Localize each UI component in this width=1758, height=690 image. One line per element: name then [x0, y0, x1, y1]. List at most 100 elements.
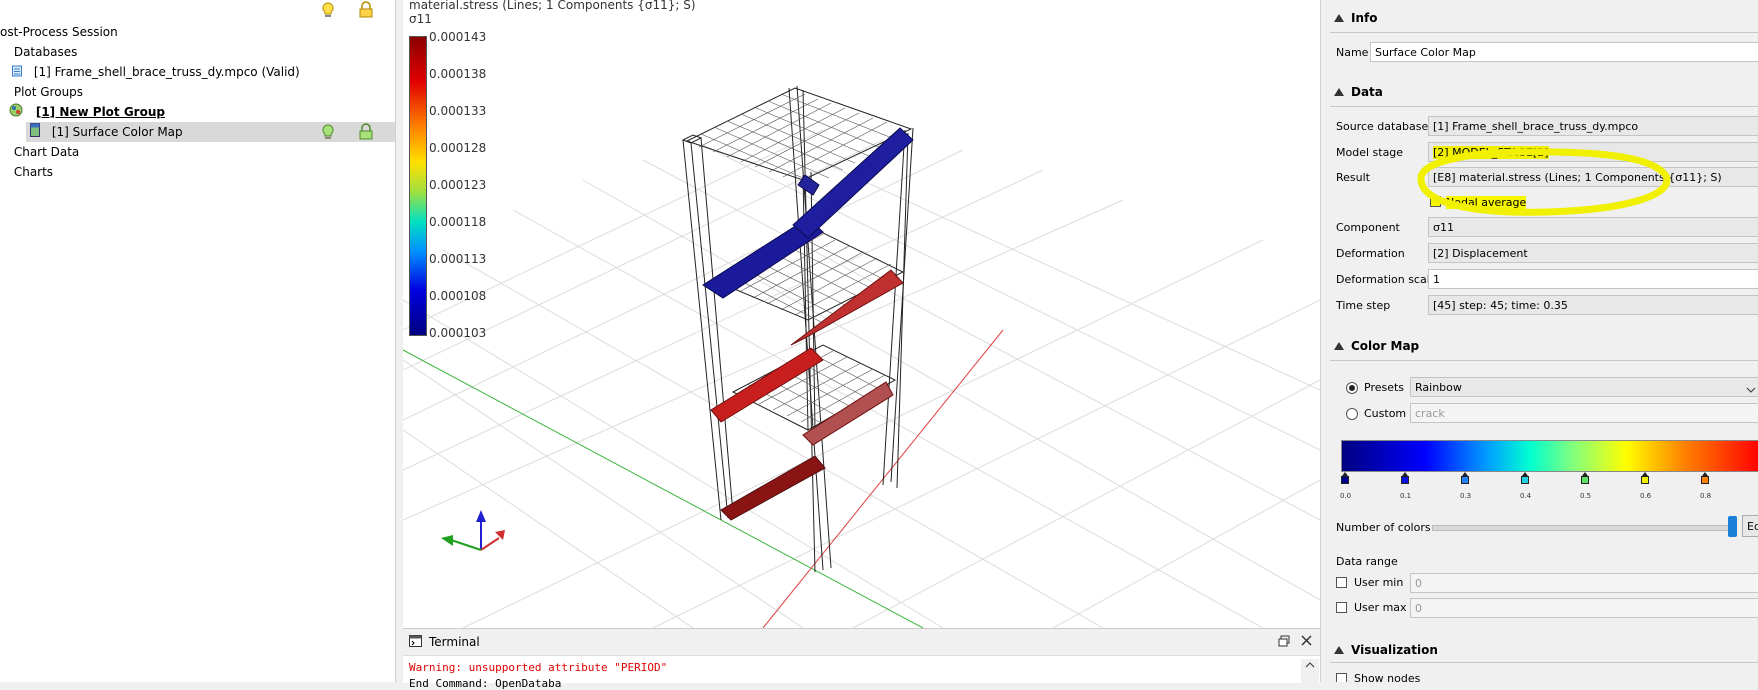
item-visibility-bulb-icon[interactable] [320, 123, 336, 144]
custom-radio[interactable] [1346, 408, 1358, 420]
properties-panel: Info Name Surface Color Map Data Source … [1326, 0, 1758, 682]
tree-session[interactable]: ost-Process Session [0, 22, 118, 42]
colorbar-label: 0.000128 [429, 141, 487, 155]
highlight-annotation [1417, 148, 1671, 216]
tree-databases[interactable]: Databases [0, 42, 78, 62]
custom-label: Custom [1364, 407, 1407, 420]
color-stop-marker[interactable] [1461, 472, 1469, 484]
colorbar-label: 0.000113 [429, 252, 487, 266]
axes-triad-icon [441, 510, 505, 551]
visibility-bulb-icon[interactable] [320, 1, 336, 22]
show-nodes-label: Show nodes [1354, 672, 1421, 682]
chevron-down-icon [1746, 383, 1756, 397]
tree-session-label: ost-Process Session [0, 25, 118, 39]
tree-chart-data-label: Chart Data [13, 145, 80, 159]
tree-chart-data[interactable]: Chart Data [0, 142, 79, 162]
tree-plot-item-label: [1] Surface Color Map [51, 125, 183, 139]
color-stop-marker[interactable] [1521, 472, 1529, 484]
color-stop-marker[interactable] [1701, 472, 1709, 484]
deformation-label: Deformation [1336, 247, 1405, 260]
colorbar-label: 0.000108 [429, 289, 487, 303]
deformation-combo[interactable]: [2] Displacement [1428, 243, 1758, 263]
time-step-combo[interactable]: [45] step: 45; time: 0.35 [1428, 295, 1758, 315]
tree-plot-group-item-label: [1] New Plot Group [35, 105, 165, 119]
color-stop-marker[interactable] [1641, 472, 1649, 484]
user-min-checkbox[interactable] [1336, 577, 1347, 588]
collapse-triangle-icon [1334, 646, 1344, 654]
session-tree: ost-Process Session Databases [1] Frame_… [0, 0, 395, 682]
brace-red-2 [710, 347, 824, 423]
color-map-gradient[interactable] [1341, 440, 1758, 472]
result-component: σ11 [409, 12, 432, 26]
collapse-triangle-icon [1334, 342, 1344, 350]
ground-grid [403, 129, 1320, 628]
tree-plot-group-item[interactable]: [1] New Plot Group [0, 102, 165, 122]
tree-plot-groups-label: Plot Groups [13, 85, 84, 99]
colorbar-label: 0.000143 [429, 30, 487, 44]
item-lock-icon[interactable] [358, 123, 374, 144]
color-map-header-label: Color Map [1351, 339, 1420, 353]
color-stop-tick: 0.5 [1580, 492, 1592, 500]
color-stop-tick: 0.3 [1460, 492, 1472, 500]
visualization-header-label: Visualization [1351, 643, 1438, 657]
database-file-icon [12, 63, 22, 83]
color-stop-marker[interactable] [1401, 472, 1409, 484]
terminal-warning: Warning: unsupported attribute "PERIOD" [409, 661, 668, 674]
lock-header-icon[interactable] [358, 1, 374, 22]
user-min-field[interactable]: 0 [1410, 573, 1758, 593]
colorbar-label: 0.000103 [429, 326, 487, 340]
visualization-section-header[interactable]: Visualization [1334, 643, 1438, 657]
tree-databases-label: Databases [13, 45, 78, 59]
color-stop-tick: 0.4 [1520, 492, 1532, 500]
terminal-output: End Command: OpenDataba [409, 677, 562, 690]
tree-plot-item[interactable]: [1] Surface Color Map [26, 122, 395, 142]
component-combo[interactable]: σ11 [1428, 217, 1758, 237]
show-nodes-checkbox[interactable] [1336, 673, 1347, 682]
y-axis-line [403, 349, 924, 628]
deformation-scale-field[interactable]: 1 [1428, 269, 1758, 289]
colorbar-label: 0.000123 [429, 178, 487, 192]
colorbar-label: 0.000133 [429, 104, 487, 118]
float-icon[interactable] [1278, 635, 1290, 650]
color-map-icon [30, 122, 40, 143]
color-stop-tick: 0.6 [1640, 492, 1652, 500]
number-of-colors-label: Number of colors [1336, 521, 1431, 534]
3d-viewport[interactable]: material.stress (Lines; 1 Components {σ1… [403, 0, 1320, 628]
user-max-field[interactable]: 0 [1410, 598, 1758, 618]
color-stop-tick: 0.1 [1400, 492, 1412, 500]
terminal-header: Terminal [403, 629, 1320, 656]
tree-charts[interactable]: Charts [0, 162, 53, 182]
result-title: material.stress (Lines; 1 Components {σ1… [409, 0, 696, 12]
terminal-panel: Terminal Warning: unsupported attribute … [403, 628, 1320, 690]
color-stop-marker[interactable] [1581, 472, 1589, 484]
deformation-scale-label: Deformation scale [1336, 273, 1437, 286]
data-range-label: Data range [1336, 555, 1398, 568]
tree-plot-groups[interactable]: Plot Groups [0, 82, 83, 102]
close-icon[interactable] [1300, 634, 1313, 650]
colorbar-labels: 0.000143 0.000138 0.000133 0.000128 0.00… [403, 30, 503, 340]
component-label: Component [1336, 221, 1400, 234]
terminal-title: Terminal [429, 635, 480, 649]
slider-handle[interactable] [1728, 516, 1737, 537]
presets-radio[interactable] [1346, 382, 1358, 394]
number-of-colors-slider[interactable] [1432, 525, 1734, 531]
terminal-scrollbar[interactable] [1301, 659, 1319, 683]
colorbar-label: 0.000118 [429, 215, 487, 229]
time-step-label: Time step [1336, 299, 1391, 312]
terminal-icon [409, 635, 422, 650]
color-map-section-header[interactable]: Color Map [1334, 339, 1419, 353]
presets-label: Presets [1364, 381, 1405, 394]
tree-database-item[interactable]: [1] Frame_shell_brace_truss_dy.mpco (Val… [0, 62, 300, 82]
presets-combo[interactable]: Rainbow [1410, 377, 1758, 397]
tree-charts-label: Charts [13, 165, 54, 179]
tree-database-item-label: [1] Frame_shell_brace_truss_dy.mpco (Val… [33, 65, 300, 79]
user-max-checkbox[interactable] [1336, 602, 1347, 613]
custom-combo[interactable]: crack [1410, 403, 1758, 423]
edit-colors-button[interactable]: Ed [1742, 515, 1758, 537]
color-stop-tick: 0.8 [1700, 492, 1712, 500]
user-min-label: User min [1354, 576, 1404, 589]
plot-group-icon [8, 103, 24, 123]
color-stop-marker[interactable] [1341, 472, 1349, 484]
colorbar-label: 0.000138 [429, 67, 487, 81]
color-stop-tick: 0.0 [1340, 492, 1352, 500]
